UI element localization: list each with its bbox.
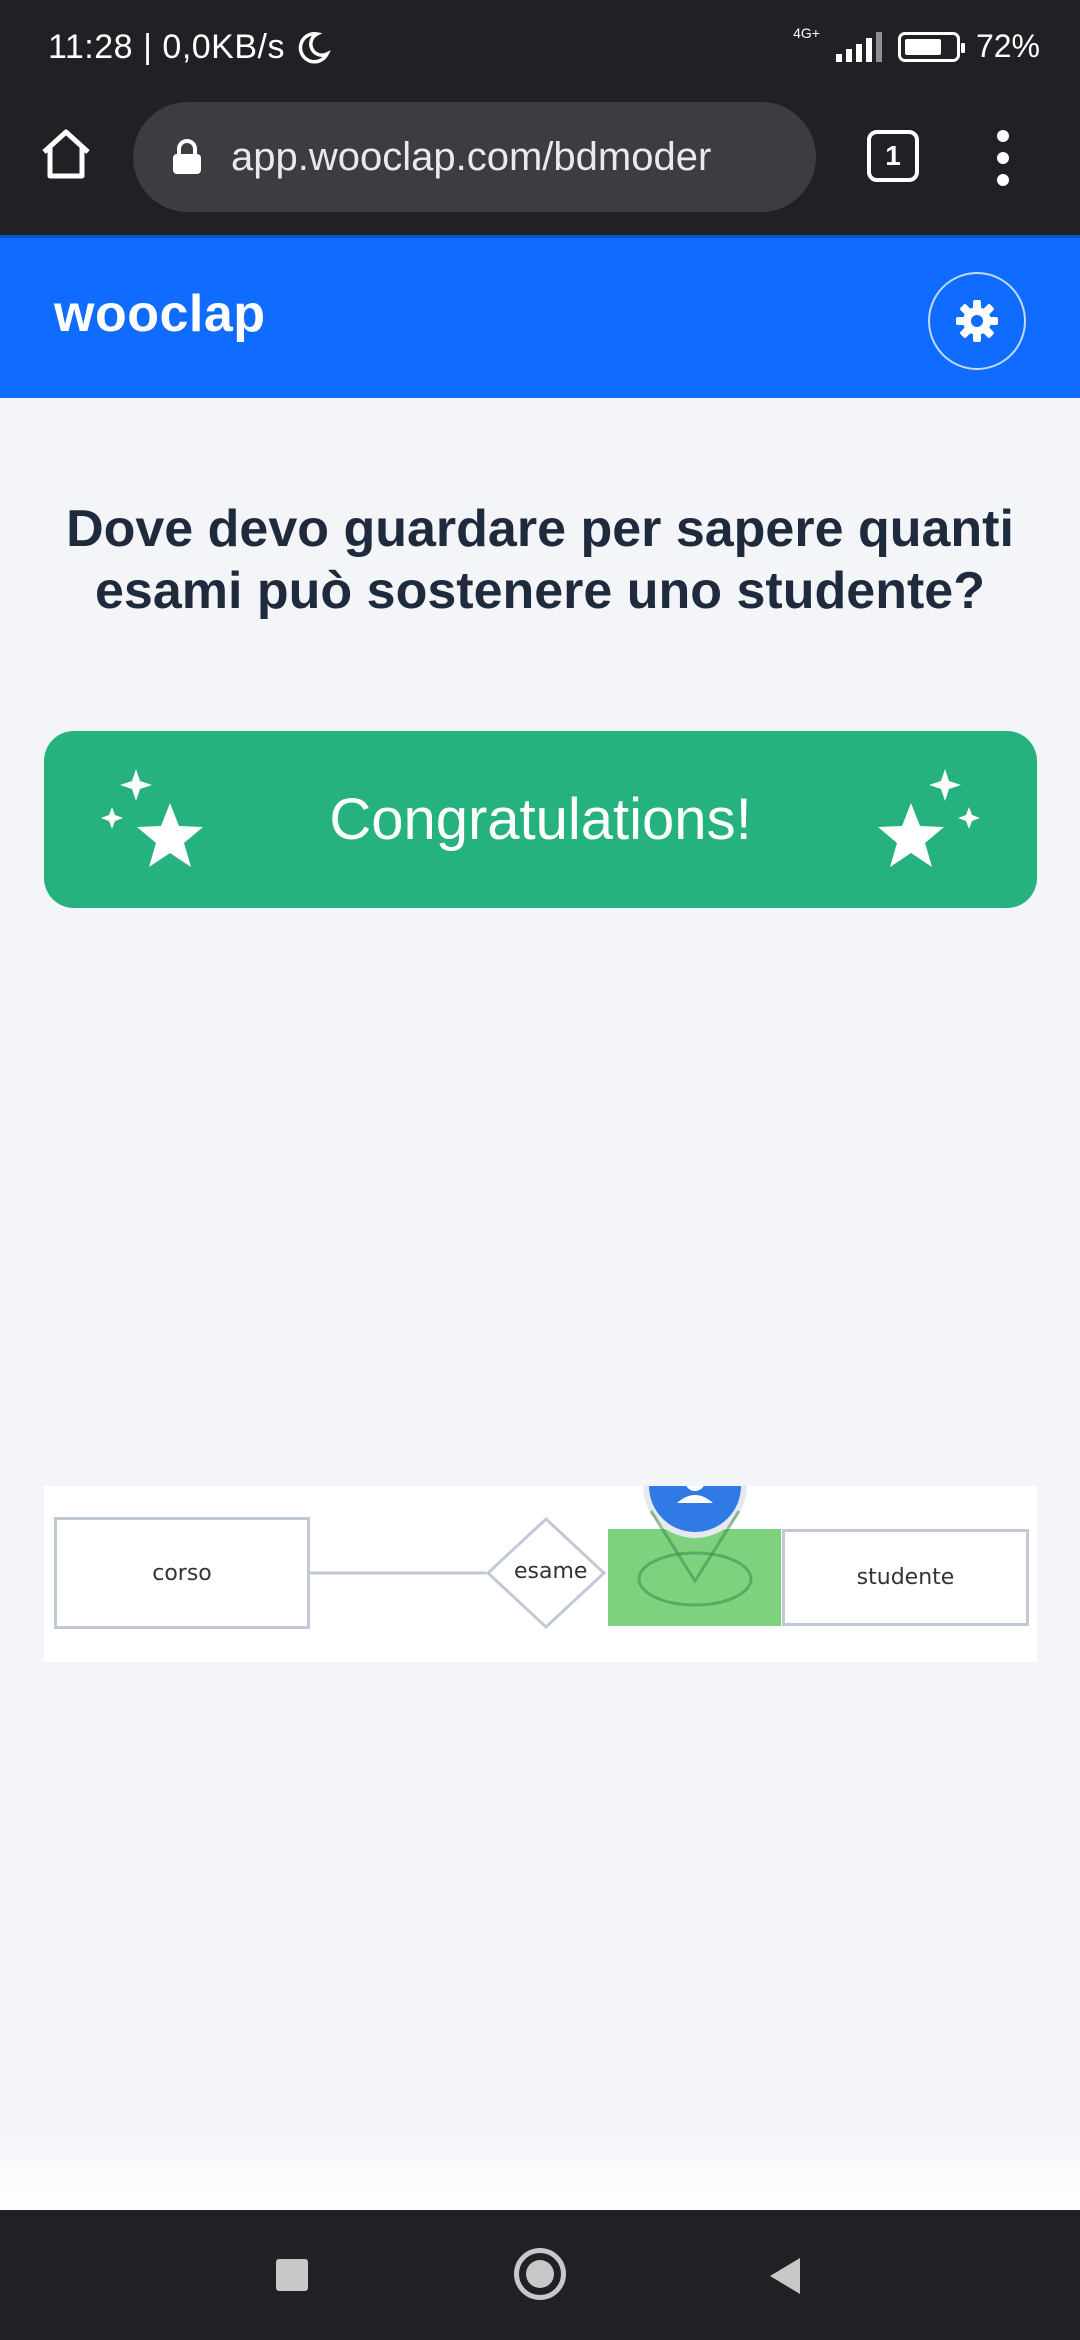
moon-icon [298, 31, 331, 64]
status-right: 4G+ 72% [793, 24, 1040, 65]
recents-square-icon[interactable] [276, 2259, 308, 2291]
gear-icon [956, 300, 998, 342]
network-type: 4G+ [793, 24, 820, 41]
url-text: app.wooclap.com/bdmoder [231, 134, 712, 179]
sparkle-star-icon [101, 769, 203, 867]
lock-icon [173, 139, 201, 174]
home-icon[interactable] [36, 124, 96, 184]
er-diagram-image: corso esame studente [44, 1486, 1037, 1662]
network-speed: 0,0KB/s [162, 28, 285, 66]
settings-button[interactable] [928, 272, 1026, 370]
relationship-esame: esame [514, 1559, 588, 1584]
battery-percent: 72% [975, 28, 1040, 64]
home-circle-icon[interactable] [514, 2248, 566, 2300]
result-label: Congratulations! [329, 787, 752, 852]
question-title: Dove devo guardare per sapere quanti esa… [66, 500, 1014, 620]
battery-level [904, 38, 941, 55]
status-left: 11:28 | 0,0KB/s [48, 28, 331, 67]
status-bar: 11:28 | 0,0KB/s 4G+ 72% [0, 0, 1080, 100]
more-menu-icon[interactable] [990, 130, 1016, 186]
url-bar[interactable]: app.wooclap.com/bdmoder [133, 102, 816, 212]
entity-corso: corso [54, 1517, 310, 1629]
result-banner: Congratulations! [44, 731, 1037, 908]
clock: 11:28 [48, 28, 134, 66]
system-nav-bar [0, 2210, 1080, 2340]
app-header: wooclap [0, 235, 1080, 398]
tab-count: 1 [885, 140, 901, 171]
signal-icon [835, 31, 882, 62]
back-triangle-icon[interactable] [766, 2256, 802, 2296]
wooclap-logo: wooclap [54, 285, 266, 343]
entity-studente: studente [782, 1529, 1029, 1626]
tabs-icon[interactable]: 1 [867, 130, 919, 182]
battery-icon [897, 31, 965, 62]
bottom-fade [0, 2130, 1080, 2210]
sparkle-star-icon [878, 769, 980, 867]
location-pin-icon [637, 1486, 753, 1607]
status-separator: | [143, 28, 153, 66]
browser-toolbar: app.wooclap.com/bdmoder 1 [0, 100, 1080, 235]
